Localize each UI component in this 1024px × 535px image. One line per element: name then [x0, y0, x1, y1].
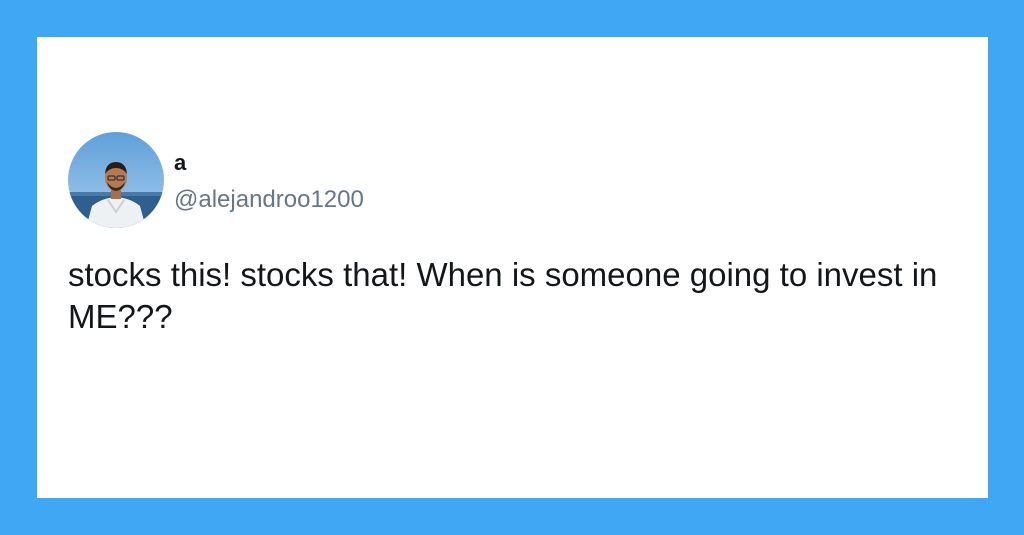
- tweet-card: a @alejandroo1200 stocks this! stocks th…: [37, 37, 988, 498]
- avatar[interactable]: [68, 132, 164, 228]
- tweet-screenshot-frame: a @alejandroo1200 stocks this! stocks th…: [0, 0, 1024, 535]
- profile-photo-icon: [68, 132, 164, 228]
- display-name[interactable]: a: [174, 150, 186, 176]
- user-handle[interactable]: @alejandroo1200: [174, 185, 364, 215]
- tweet-text: stocks this! stocks that! When is someon…: [68, 256, 938, 335]
